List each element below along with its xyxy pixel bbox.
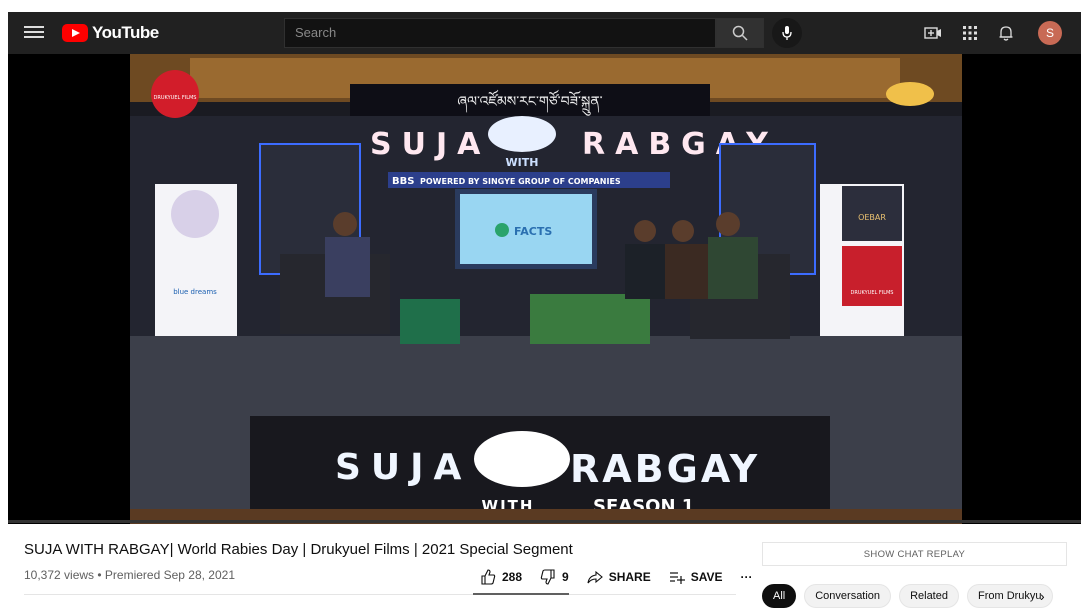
right-standee-mid xyxy=(842,246,902,306)
account-avatar[interactable]: S xyxy=(1038,21,1062,45)
guest2-body xyxy=(665,244,710,299)
guest2-head xyxy=(672,220,694,242)
guest1-head xyxy=(634,220,656,242)
chip-all[interactable]: All xyxy=(762,584,797,608)
guest3-head xyxy=(716,212,740,236)
voice-search-button[interactable] xyxy=(772,18,802,48)
search-icon xyxy=(732,25,748,41)
overlay-bowl-logo xyxy=(474,431,570,487)
apps-button[interactable] xyxy=(960,23,980,43)
left-standee-text: blue dreams xyxy=(173,288,217,296)
info-divider xyxy=(24,594,736,595)
top-bar: YouTube Search S xyxy=(8,12,1081,54)
share-icon xyxy=(587,570,603,584)
more-actions-icon: ··· xyxy=(740,570,753,584)
set-bowl-logo xyxy=(488,116,556,152)
video-title: SUJA WITH RABGAY| World Rabies Day | Dru… xyxy=(24,541,573,558)
save-label: SAVE xyxy=(690,570,723,584)
video-actions: 288 9 SHARE SAVE ··· xyxy=(480,567,753,587)
create-video-button[interactable] xyxy=(923,23,943,43)
chip-related[interactable]: Related xyxy=(899,584,959,608)
menu-icon[interactable] xyxy=(24,23,44,43)
thumbs-down-icon xyxy=(540,569,555,585)
screen-logo-icon xyxy=(495,223,509,237)
share-label: SHARE xyxy=(608,570,651,584)
video-progress-bar[interactable] xyxy=(8,520,1081,523)
chip-conversation[interactable]: Conversation xyxy=(804,584,892,608)
watermark-text: DRUKYUEL FILMS xyxy=(154,95,197,101)
avatar-letter: S xyxy=(1045,26,1054,40)
bowl-watermark xyxy=(886,82,934,106)
create-video-icon xyxy=(924,27,941,39)
overlay-main-left: SUJA xyxy=(335,447,471,488)
set-title-left: SUJA xyxy=(370,127,490,162)
youtube-play-icon xyxy=(62,24,88,42)
search-button[interactable] xyxy=(716,18,764,48)
right-standee-mid-text: DRUKYUEL FILMS xyxy=(851,290,894,296)
left-table xyxy=(400,299,460,344)
youtube-logo[interactable]: YouTube xyxy=(62,23,159,43)
right-standee-top-text: OEBAR xyxy=(858,213,886,222)
like-button[interactable]: 288 xyxy=(480,569,522,585)
dislike-button[interactable]: 9 xyxy=(540,569,569,585)
video-player[interactable]: ཞལ་འཛོམས་རང་གཙོ་བཟོ་སྐྲུན་ SUJA WITH RAB… xyxy=(8,54,1081,524)
like-ratio-bar xyxy=(473,593,569,595)
save-button[interactable]: SAVE xyxy=(669,569,723,585)
center-table xyxy=(530,294,650,344)
search-input[interactable]: Search xyxy=(284,18,716,48)
drukyuel-films-watermark xyxy=(151,70,199,118)
host-head xyxy=(333,212,357,236)
show-chat-replay-button[interactable]: SHOW CHAT REPLAY xyxy=(762,542,1067,566)
notifications-button[interactable] xyxy=(996,23,1016,43)
more-actions-button[interactable]: ··· xyxy=(741,570,753,584)
set-with: WITH xyxy=(506,156,539,169)
video-scene: ཞལ་འཛོམས་རང་གཙོ་བཟོ་སྐྲུན་ SUJA WITH RAB… xyxy=(130,54,962,524)
screen-text: FACTS xyxy=(514,225,552,238)
chevron-right-icon[interactable]: › xyxy=(1040,588,1045,604)
bell-icon xyxy=(999,26,1013,41)
add-to-playlist-icon xyxy=(669,572,685,584)
apps-grid-icon xyxy=(963,26,977,40)
left-standee-logo xyxy=(171,190,219,238)
video-meta: 10,372 views • Premiered Sep 28, 2021 xyxy=(24,568,235,582)
video-frame[interactable]: ཞལ་འཛོམས་རང་གཙོ་བཟོ་སྐྲུན་ SUJA WITH RAB… xyxy=(130,54,962,524)
overlay-main-right: RABGAY xyxy=(570,447,760,491)
guest3-body xyxy=(708,237,758,299)
microphone-icon xyxy=(782,26,792,40)
logo-text: YouTube xyxy=(92,23,159,42)
dislike-count: 9 xyxy=(562,570,569,584)
banner-bbs: BBS xyxy=(392,176,414,187)
share-button[interactable]: SHARE xyxy=(587,569,651,585)
filter-chips: All Conversation Related From Drukyu xyxy=(762,584,1053,608)
host-body xyxy=(325,237,370,297)
guest1-body xyxy=(625,244,670,299)
thumbs-up-icon xyxy=(481,569,496,585)
search-placeholder: Search xyxy=(295,25,337,40)
like-count: 288 xyxy=(502,570,523,584)
banner-sponsor-text: POWERED BY SINGYE GROUP OF COMPANIES xyxy=(420,177,621,186)
